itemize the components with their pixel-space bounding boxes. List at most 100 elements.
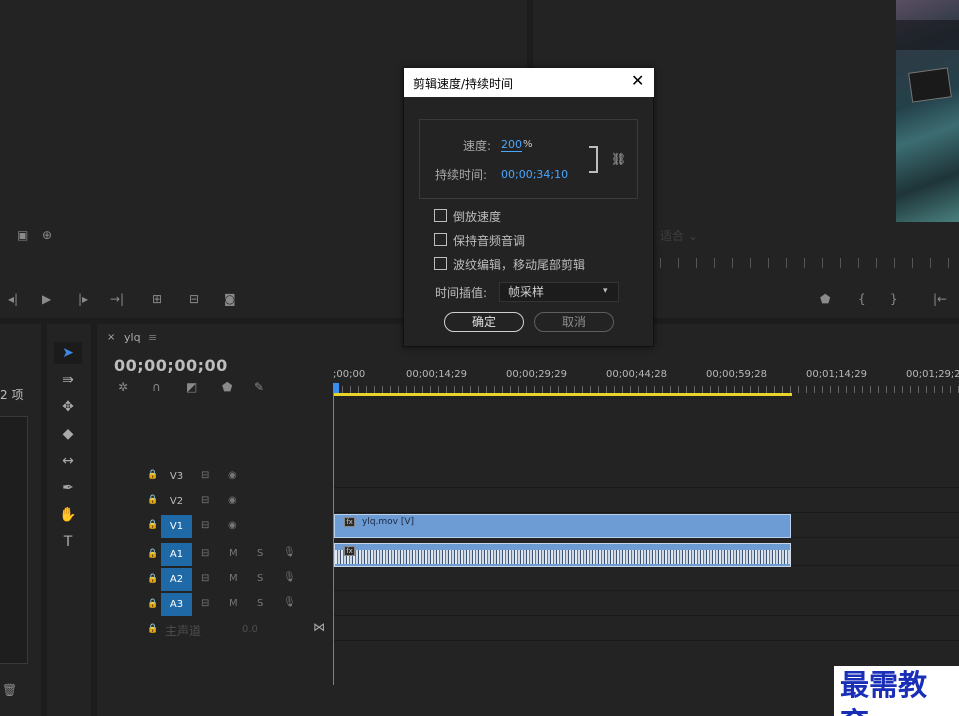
solo-button[interactable]: S	[257, 598, 263, 609]
track-label-a2[interactable]: A2	[161, 568, 192, 591]
play-icon[interactable]: ▶	[42, 292, 51, 306]
ripple-edit-checkbox[interactable]	[434, 257, 447, 270]
track-header-a3	[97, 592, 333, 617]
time-interp-label: 时间插值:	[435, 286, 488, 300]
sync-lock-icon[interactable]: ⊟	[201, 598, 209, 609]
link-icon[interactable]: ⛓	[611, 152, 626, 166]
program-ruler[interactable]	[660, 258, 950, 268]
project-bin-list[interactable]	[0, 416, 28, 664]
eye-icon[interactable]: ◉	[228, 520, 237, 531]
reverse-speed-checkbox[interactable]	[434, 209, 447, 222]
slip-icon[interactable]: ↔	[54, 450, 82, 472]
step-back-icon[interactable]: ◂|	[8, 292, 18, 306]
ok-button[interactable]: 确定	[444, 312, 524, 332]
mic-icon[interactable]: 🎙	[283, 572, 296, 583]
playhead-handle[interactable]	[333, 383, 339, 393]
speed-input[interactable]: 200	[501, 138, 522, 152]
track-header-v1	[97, 514, 333, 539]
mark-out-icon[interactable]: }	[890, 292, 898, 306]
marker-icon[interactable]: ⬟	[820, 292, 830, 306]
camera-icon[interactable]: ◙	[224, 292, 236, 306]
selection-tool-icon[interactable]: ➤	[54, 342, 82, 364]
ripple-edit-label: 波纹编辑，移动尾部剪辑	[453, 258, 586, 272]
go-to-in-icon[interactable]: |←	[933, 292, 947, 306]
duration-input[interactable]: 00;00;34;10	[501, 168, 568, 181]
track-label-v3[interactable]: V3	[161, 465, 192, 488]
fit-value: 适合	[660, 229, 685, 243]
track-select-icon[interactable]: ⇛	[54, 369, 82, 391]
type-icon[interactable]: T	[54, 531, 82, 553]
timeline-timecode[interactable]: 00;00;00;00	[114, 356, 228, 375]
linked-selection-icon[interactable]: ◩	[186, 380, 197, 394]
add-marker-icon[interactable]: ⬟	[222, 380, 232, 394]
solo-button[interactable]: S	[257, 548, 263, 559]
mic-icon[interactable]: 🎙	[283, 597, 296, 608]
lock-icon[interactable]: 🔒	[147, 599, 158, 609]
overwrite-clip-icon[interactable]: ⊟	[189, 292, 199, 306]
chevron-down-icon: ▾	[603, 286, 608, 296]
pen-icon[interactable]: ✒	[54, 477, 82, 499]
sync-lock-icon[interactable]: ⊟	[201, 573, 209, 584]
master-track-volume[interactable]: 0.0	[242, 624, 258, 635]
track-label-a1[interactable]: A1	[161, 543, 192, 566]
ripple-edit-icon[interactable]: ✥	[54, 396, 82, 418]
sync-lock-icon[interactable]: ⊟	[201, 495, 209, 506]
magnet-icon[interactable]: ∩	[152, 380, 161, 394]
razor-icon[interactable]: ◆	[54, 423, 82, 445]
work-area-bar[interactable]	[334, 393, 792, 396]
insert-clip-icon[interactable]: ⊞	[152, 292, 162, 306]
mute-button[interactable]: M	[229, 548, 238, 559]
ruler-label-0: ;00;00	[333, 369, 366, 380]
sync-lock-icon[interactable]: ⊟	[201, 470, 209, 481]
maintain-pitch-checkbox[interactable]	[434, 233, 447, 246]
master-track-label: 主声道	[165, 624, 202, 638]
mark-in-icon[interactable]: {	[858, 292, 866, 306]
nest-icon[interactable]: ✲	[118, 380, 128, 394]
lock-icon[interactable]: 🔒	[147, 549, 158, 559]
speed-label: 速度:	[463, 139, 492, 153]
export-frame-icon[interactable]: ▣	[17, 228, 28, 242]
hand-icon[interactable]: ✋	[54, 504, 82, 526]
ruler-label-5: 00;01;14;29	[806, 369, 868, 380]
wrench-icon[interactable]: ✎	[254, 380, 264, 394]
eye-icon[interactable]: ◉	[228, 495, 237, 506]
insert-icon[interactable]: ⊕	[42, 228, 52, 242]
step-forward-icon[interactable]: |▸	[78, 292, 88, 306]
mute-button[interactable]: M	[229, 573, 238, 584]
eye-icon[interactable]: ◉	[228, 470, 237, 481]
track-header-v3	[97, 464, 333, 489]
sequence-menu-icon[interactable]: ≡	[148, 331, 157, 344]
go-to-out-icon[interactable]: →|	[110, 292, 124, 306]
sync-lock-icon[interactable]: ⊟	[201, 548, 209, 559]
lock-icon[interactable]: 🔒	[147, 495, 158, 505]
playhead-line[interactable]	[333, 383, 334, 685]
track-header-v2	[97, 489, 333, 514]
timeline-ruler[interactable]	[334, 386, 959, 393]
mute-button[interactable]: M	[229, 598, 238, 609]
lock-icon[interactable]: 🔒	[147, 520, 158, 530]
sequence-close-button[interactable]: ×	[107, 332, 115, 343]
track-label-a3[interactable]: A3	[161, 593, 192, 616]
trash-icon[interactable]: 🗑	[2, 683, 17, 697]
time-interp-select[interactable]: 帧采样	[499, 282, 619, 302]
track-label-v1[interactable]: V1	[161, 515, 192, 538]
fit-dropdown[interactable]: 适合 ⌄	[660, 227, 740, 243]
sync-lock-icon[interactable]: ⊟	[201, 520, 209, 531]
dialog-title: 剪辑速度/持续时间	[413, 77, 514, 91]
speed-duration-group	[419, 119, 638, 199]
ruler-label-2: 00;00;29;29	[506, 369, 568, 380]
project-item-count: 2 项	[0, 388, 24, 402]
go-to-end-icon[interactable]: ⋈	[313, 620, 325, 634]
lock-icon[interactable]: 🔒	[147, 624, 158, 634]
cancel-button[interactable]: 取消	[534, 312, 614, 332]
ruler-label-4: 00;00;59;28	[706, 369, 768, 380]
track-label-v2[interactable]: V2	[161, 490, 192, 513]
mic-icon[interactable]: 🎙	[283, 547, 296, 558]
video-phone-object	[908, 67, 952, 103]
audio-clip[interactable]	[334, 543, 791, 567]
sequence-tab[interactable]: ylq	[124, 331, 141, 344]
close-icon[interactable]: ✕	[631, 71, 647, 90]
solo-button[interactable]: S	[257, 573, 263, 584]
lock-icon[interactable]: 🔒	[147, 470, 158, 480]
lock-icon[interactable]: 🔒	[147, 574, 158, 584]
